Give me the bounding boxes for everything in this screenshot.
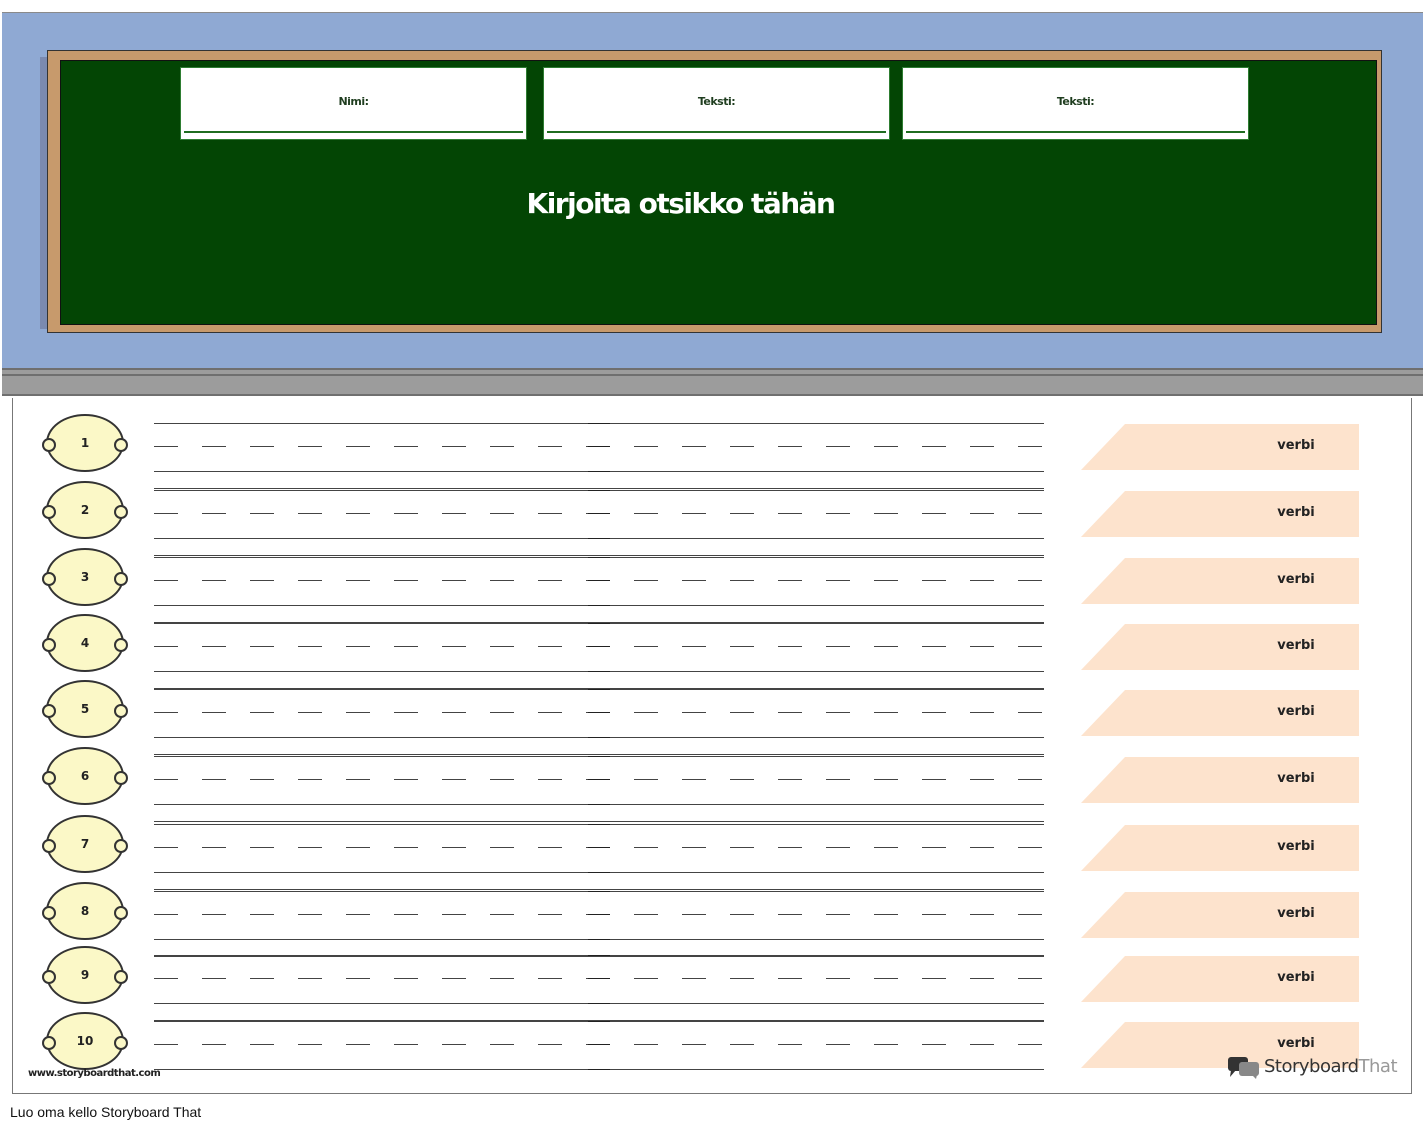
worksheet-row: 4 verbi — [13, 614, 1411, 689]
page-title[interactable]: Kirjoita otsikko tähän — [2, 187, 1359, 220]
verb-tag: verbi — [1081, 491, 1359, 537]
row-number: 9 — [80, 968, 90, 982]
worksheet-row: 9 verbi — [13, 946, 1411, 1021]
writing-center-mark — [588, 824, 610, 825]
verb-tag: verbi — [1081, 624, 1359, 670]
row-number: 10 — [76, 1034, 94, 1048]
verb-tag-label: verbi — [1277, 438, 1315, 453]
tray-divider — [2, 374, 1423, 376]
worksheet-row: 8 verbi — [13, 882, 1411, 957]
brand-name: StoryboardThat — [1264, 1056, 1398, 1077]
row-number: 3 — [80, 570, 90, 584]
brand-word-storyboard: Storyboard — [1264, 1056, 1359, 1077]
writing-center-mark — [588, 646, 610, 647]
caption: Luo oma kello Storyboard That — [10, 1104, 202, 1120]
writing-center-mark — [588, 605, 610, 606]
row-number-badge: 1 — [42, 414, 128, 472]
writing-center-mark — [588, 955, 610, 956]
writing-center-mark — [588, 538, 610, 539]
writing-center-mark — [588, 847, 610, 848]
worksheet-row: 6 verbi — [13, 747, 1411, 822]
writing-center-mark — [588, 513, 610, 514]
writing-center-mark — [588, 423, 610, 424]
verb-tag-label: verbi — [1277, 572, 1315, 587]
row-number: 5 — [80, 702, 90, 716]
verb-tag: verbi — [1081, 825, 1359, 871]
row-number-badge: 6 — [42, 747, 128, 805]
text-field-line-1 — [547, 131, 886, 133]
writing-center-mark — [588, 756, 610, 757]
writing-center-mark — [588, 712, 610, 713]
verb-tag: verbi — [1081, 956, 1359, 1002]
name-field-label: Nimi: — [338, 95, 369, 108]
writing-center-mark — [588, 914, 610, 915]
writing-center-mark — [588, 804, 610, 805]
row-number: 2 — [80, 503, 90, 517]
writing-center-mark — [588, 1021, 610, 1022]
name-field-box[interactable]: Nimi: — [180, 67, 527, 140]
verb-tag: verbi — [1081, 558, 1359, 604]
writing-center-mark — [588, 671, 610, 672]
writing-center-mark — [588, 1003, 610, 1004]
writing-center-mark — [588, 779, 610, 780]
writing-center-mark — [588, 1069, 610, 1070]
writing-center-mark — [588, 580, 610, 581]
speech-bubbles-icon — [1228, 1057, 1259, 1079]
row-number-badge: 10 — [42, 1012, 128, 1070]
writing-center-mark — [588, 623, 610, 624]
writing-center-mark — [588, 978, 610, 979]
worksheet: 1 verbi 2 verbi 3 verbi 4 verbi 5 verbi 6 verbi 7 ver… — [12, 398, 1412, 1094]
row-number: 8 — [80, 904, 90, 918]
writing-center-mark — [588, 872, 610, 873]
writing-center-mark — [588, 490, 610, 491]
verb-tag-label: verbi — [1277, 970, 1315, 985]
name-field-line — [184, 131, 523, 133]
row-number: 6 — [80, 769, 90, 783]
brand-word-that: That — [1358, 1056, 1398, 1077]
verb-tag-label: verbi — [1277, 704, 1315, 719]
writing-center-mark — [588, 939, 610, 940]
text-field-label-2: Teksti: — [1056, 95, 1095, 108]
verb-tag: verbi — [1081, 757, 1359, 803]
row-number-badge: 5 — [42, 680, 128, 738]
verb-tag-label: verbi — [1277, 1036, 1315, 1051]
text-field-box-2[interactable]: Teksti: — [902, 67, 1249, 140]
worksheet-row: 7 verbi — [13, 815, 1411, 890]
verb-tag-label: verbi — [1277, 638, 1315, 653]
site-url: www.storyboardthat.com — [28, 1068, 161, 1079]
verb-tag-label: verbi — [1277, 839, 1315, 854]
verb-tag: verbi — [1081, 892, 1359, 938]
row-number-badge: 7 — [42, 815, 128, 873]
worksheet-row: 5 verbi — [13, 680, 1411, 755]
verb-tag-label: verbi — [1277, 771, 1315, 786]
chalk-tray — [2, 368, 1423, 396]
verb-tag-label: verbi — [1277, 906, 1315, 921]
row-number-badge: 2 — [42, 481, 128, 539]
worksheet-row: 3 verbi — [13, 548, 1411, 623]
writing-center-mark — [588, 689, 610, 690]
worksheet-row: 10 verbi — [13, 1012, 1411, 1078]
text-field-label-1: Teksti: — [697, 95, 736, 108]
writing-center-mark — [588, 1044, 610, 1045]
row-number: 1 — [80, 436, 90, 450]
writing-center-mark — [588, 737, 610, 738]
worksheet-row: 1 verbi — [13, 414, 1411, 489]
writing-center-mark — [588, 891, 610, 892]
chalkboard-wall: Nimi: Teksti: Teksti: Kirjoita otsikko t… — [2, 12, 1423, 369]
worksheet-row: 2 verbi — [13, 481, 1411, 556]
row-number: 7 — [80, 837, 90, 851]
row-number: 4 — [80, 636, 90, 650]
row-number-badge: 9 — [42, 946, 128, 1004]
writing-center-mark — [588, 446, 610, 447]
row-number-badge: 8 — [42, 882, 128, 940]
writing-center-mark — [588, 557, 610, 558]
writing-center-mark — [588, 471, 610, 472]
row-number-badge: 4 — [42, 614, 128, 672]
text-field-line-2 — [906, 131, 1245, 133]
text-field-box-1[interactable]: Teksti: — [543, 67, 890, 140]
verb-tag-label: verbi — [1277, 505, 1315, 520]
row-number-badge: 3 — [42, 548, 128, 606]
verb-tag: verbi — [1081, 424, 1359, 470]
verb-tag: verbi — [1081, 690, 1359, 736]
